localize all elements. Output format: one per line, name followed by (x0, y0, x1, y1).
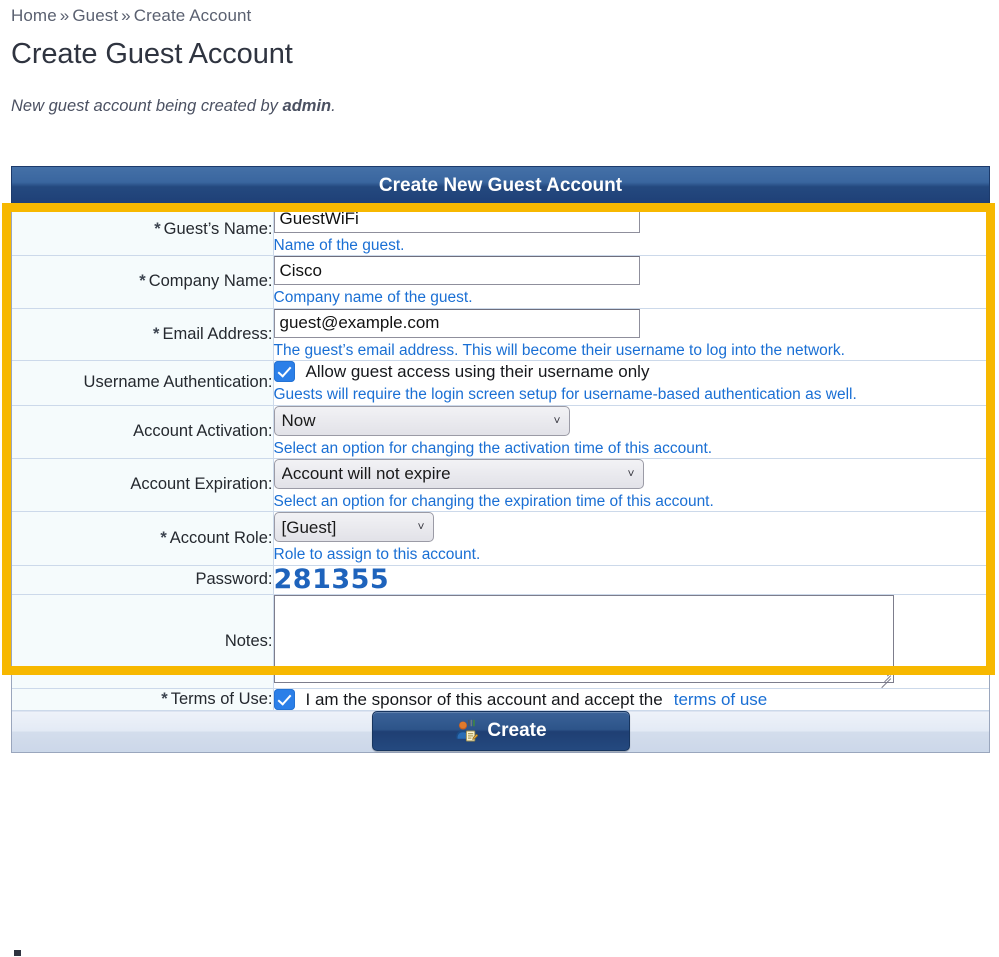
label-guest-name: * Guest’s Name: (12, 204, 274, 257)
label-guest-name-text: Guest’s Name: (163, 219, 273, 238)
value-email-address: The guest’s email address. This will bec… (273, 308, 989, 362)
form-row-username-authentication: Username Authentication: Allow guest acc… (12, 360, 990, 406)
label-terms-of-use: * Terms of Use: (12, 688, 274, 712)
required-marker: * (160, 528, 167, 547)
label-password-text: Password: (195, 570, 273, 589)
subtitle-prefix: New guest account being created by (11, 97, 283, 115)
panel-header: Create New Guest Account (11, 166, 990, 204)
value-notes (273, 594, 989, 689)
label-account-expiration-text: Account Expiration: (130, 475, 273, 494)
form-row-account-expiration: Account Expiration: Account will not exp… (12, 458, 989, 513)
label-email-address: * Email Address: (12, 308, 274, 362)
label-account-role: * Account Role: (12, 511, 274, 566)
label-account-expiration: Account Expiration: (12, 458, 274, 513)
label-notes: Notes: (12, 594, 274, 689)
form-row-email-address: *Email Address: The guest’s email addres… (12, 308, 989, 362)
value-company-name: Company name of the guest. (273, 255, 989, 309)
company-name-input[interactable] (273, 256, 640, 286)
form-row-notes: Notes: (12, 594, 989, 689)
value-account-role: [Guest] ˅ Role to assign to this account… (273, 511, 989, 566)
value-password: 281355 (273, 563, 989, 595)
hint-email-address: The guest’s email address. This will bec… (273, 341, 846, 359)
label-company-name: * Company Name: (12, 255, 274, 309)
label-password: Password: (12, 565, 274, 595)
account-activation-select-wrap[interactable]: Now ˅ (273, 405, 570, 436)
label-terms-of-use-text: Terms of Use: (170, 689, 273, 708)
create-guest-account-form: *Guest’s Name: Name of the guest. *Compa… (12, 204, 990, 753)
create-button-label: Create (487, 720, 547, 742)
password-value: 281355 (273, 563, 390, 595)
hint-account-role: Role to assign to this account. (273, 546, 481, 564)
subtitle-actor: admin (282, 97, 332, 115)
form-row-password: Password: 281355 (12, 563, 989, 595)
user-create-icon (454, 719, 479, 743)
value-terms-of-use: I am the sponsor of this account and acc… (273, 688, 990, 712)
subtitle-suffix: . (331, 97, 336, 115)
breadcrumb-item-home[interactable]: Home (11, 6, 57, 25)
hint-account-activation: Select an option for changing the activa… (273, 439, 713, 457)
breadcrumb-separator-icon: » (121, 6, 131, 25)
form-row-account-role: * Account Role: [Guest] ˅ Role to assign … (12, 511, 989, 566)
label-username-authentication: Username Authentication: (12, 360, 274, 406)
terms-of-use-link[interactable]: terms of use (674, 690, 768, 710)
hint-account-expiration: Select an option for changing the expira… (273, 492, 714, 510)
required-marker: * (161, 689, 168, 708)
account-role-select[interactable]: [Guest] (273, 512, 434, 543)
account-role-select-wrap[interactable]: [Guest] ˅ (273, 512, 434, 543)
page-title: Create Guest Account (11, 38, 293, 70)
create-button[interactable]: Create (371, 711, 630, 752)
create-guest-account-panel: Create New Guest Account * Guest’s Name: … (11, 166, 990, 754)
label-account-role-text: Account Role: (169, 528, 273, 547)
guest-name-input[interactable] (273, 204, 640, 233)
label-company-name-text: Company Name: (148, 272, 273, 291)
hint-company-name: Company name of the guest. (273, 289, 473, 307)
form-footer: Create (12, 710, 989, 753)
label-account-activation-text: Account Activation: (133, 421, 273, 440)
required-marker: * (153, 324, 160, 343)
form-row-account-activation: Account Activation: Now ˅ Select an opti… (12, 405, 989, 459)
breadcrumb-item-guest[interactable]: Guest (72, 6, 118, 25)
form-footer-cell: Create (12, 710, 989, 753)
terms-of-use-checkbox[interactable] (273, 689, 295, 711)
label-username-authentication-text: Username Authentication: (83, 373, 273, 392)
username-authentication-checkbox-row[interactable]: Allow guest access using their username … (273, 361, 990, 383)
label-notes-text: Notes: (224, 631, 273, 650)
account-expiration-select-wrap[interactable]: Account will not expire ˅ (273, 458, 644, 489)
breadcrumb-separator-icon: » (59, 6, 70, 25)
hint-username-authentication: Guests will require the login screen set… (273, 386, 857, 404)
value-guest-name: Name of the guest. (273, 204, 989, 257)
form-row-guest-name: *Guest’s Name: Name of the guest. (12, 204, 989, 257)
terms-of-use-checkbox-row[interactable]: I am the sponsor of this account and acc… (273, 689, 990, 711)
value-username-authentication: Allow guest access using their username … (273, 360, 990, 406)
hint-guest-name: Name of the guest. (273, 237, 405, 254)
username-authentication-checkbox[interactable] (273, 361, 295, 383)
account-activation-select[interactable]: Now (273, 405, 570, 436)
value-account-expiration: Account will not expire ˅ Select an opti… (273, 458, 989, 513)
page-bottom-marker (14, 950, 21, 956)
required-marker: * (139, 272, 146, 291)
form-row-company-name: *Company Name: Company name of the guest… (12, 255, 989, 309)
page-subtitle: New guest account being created by admin… (0, 71, 999, 116)
email-address-input[interactable] (273, 308, 640, 338)
form-row-terms-of-use: * Terms of Use: I am the sponsor of this … (12, 688, 990, 712)
account-expiration-select[interactable]: Account will not expire (273, 458, 644, 489)
label-email-address-text: Email Address: (162, 324, 273, 343)
breadcrumb: Home» Guest» Create Account (0, 0, 999, 26)
notes-wrap (273, 594, 894, 689)
username-authentication-checkbox-label: Allow guest access using their username … (305, 361, 650, 381)
breadcrumb-item-create-account[interactable]: Create Account (134, 6, 252, 25)
terms-of-use-text: I am the sponsor of this account and acc… (305, 689, 663, 709)
required-marker: * (154, 219, 161, 238)
value-account-activation: Now ˅ Select an option for changing the … (273, 405, 989, 459)
label-account-activation: Account Activation: (12, 405, 274, 459)
notes-textarea[interactable] (273, 594, 894, 683)
